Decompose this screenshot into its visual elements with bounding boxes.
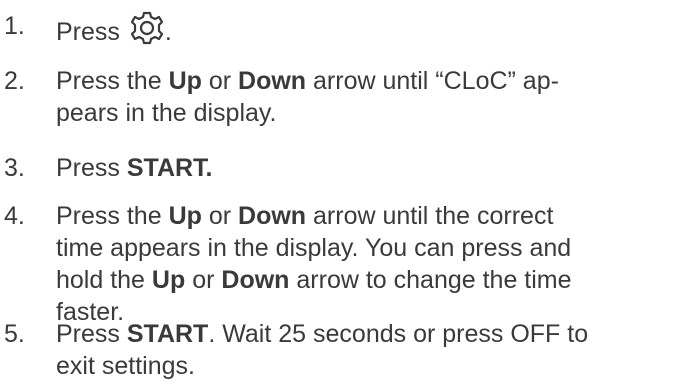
step-text: Press START. [56,152,656,184]
step-text-period: . [164,18,172,46]
step-text-part: arrow until the correct [313,202,554,230]
step-text-part: or [208,67,232,95]
step-text-part: exit settings. [56,352,195,380]
down-keyword: Down [221,266,290,294]
step-text: Press START. Wait 25 seconds or press OF… [56,318,656,382]
step-text-part: . Wait 25 seconds or press OFF to [208,320,589,348]
step-text-part: Press the [56,67,162,95]
step-number: 2. [4,67,25,95]
up-keyword: Up [168,67,202,95]
step-number: 3. [4,154,25,182]
step-number: 1. [4,12,25,40]
step-text-press: Press [56,320,120,348]
step-text: Press the Up or Down arrow until the cor… [56,200,656,328]
step-text-part: Press the [56,202,162,230]
down-keyword: Down [238,202,307,230]
down-keyword: Down [238,67,307,95]
up-keyword: Up [168,202,202,230]
step-text-press: Press [56,154,120,182]
step-text: Press . [56,10,656,48]
up-keyword: Up [151,266,186,294]
step-text-part: time appears in the display. You can pre… [56,234,572,262]
step-text-press: Press [56,18,120,46]
start-keyword: START. [126,154,213,182]
step-text-part: arrow until “CLoC” ap- [313,67,559,95]
step-text: Press the Up or Down arrow until “CLoC” … [56,65,656,129]
step-text-part: hold the [56,266,145,294]
step-number: 5. [4,320,25,348]
gear-icon [129,10,165,46]
step-number: 4. [4,202,25,230]
step-text-part: or [208,202,232,230]
start-keyword: START [126,320,209,348]
step-text-part: pears in the display. [56,99,277,127]
step-text-part: arrow to change the time [296,266,572,294]
step-text-part: or [192,266,215,294]
